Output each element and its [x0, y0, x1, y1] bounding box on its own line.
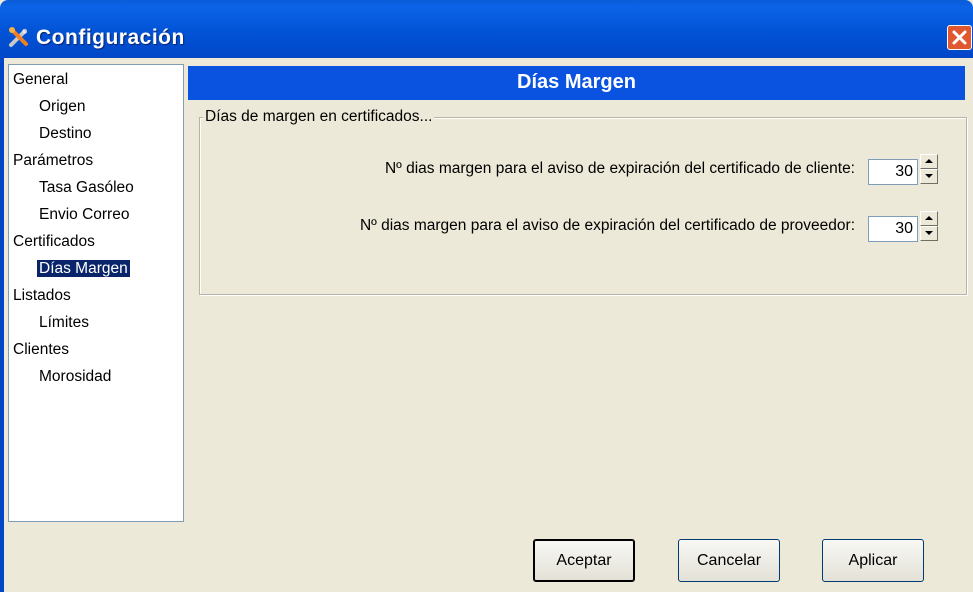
- tree-item-parametros[interactable]: Parámetros: [13, 150, 93, 172]
- client-days-label: Nº dias margen para el aviso de expiraci…: [384, 160, 855, 177]
- tree-item-dias-margen[interactable]: Días Margen: [36, 258, 131, 280]
- cancel-button[interactable]: Cancelar: [678, 539, 780, 582]
- tree-item-general[interactable]: General: [13, 69, 68, 91]
- group-title: Días de margen en certificados...: [203, 108, 435, 126]
- title-bar[interactable]: Configuración: [0, 0, 973, 58]
- spin-up-icon[interactable]: [920, 154, 938, 169]
- tree-item-morosidad[interactable]: Morosidad: [39, 366, 111, 388]
- supplier-days-label: Nº dias margen para el aviso de expiraci…: [359, 217, 855, 234]
- spin-down-icon[interactable]: [920, 226, 938, 241]
- tree-item-certificados[interactable]: Certificados: [13, 231, 95, 253]
- tree-item-envio-correo[interactable]: Envio Correo: [39, 204, 129, 226]
- apply-button[interactable]: Aplicar: [822, 539, 924, 582]
- panel-header: Días Margen: [188, 66, 965, 100]
- supplier-days-input[interactable]: 30: [868, 216, 918, 242]
- settings-tree[interactable]: General Origen Destino Parámetros Tasa G…: [8, 64, 184, 522]
- tree-item-destino[interactable]: Destino: [39, 123, 92, 145]
- accept-button[interactable]: Aceptar: [533, 539, 635, 582]
- tree-item-limites[interactable]: Límites: [39, 312, 89, 334]
- tree-item-origen[interactable]: Origen: [39, 96, 86, 118]
- close-button[interactable]: [947, 25, 972, 50]
- spin-down-icon[interactable]: [920, 169, 938, 184]
- client-days-input[interactable]: 30: [868, 159, 918, 185]
- client-days-spinner[interactable]: [920, 154, 938, 184]
- tree-item-listados[interactable]: Listados: [13, 285, 71, 307]
- close-icon: [952, 30, 967, 45]
- window-title: Configuración: [36, 26, 185, 49]
- supplier-days-spinner[interactable]: [920, 211, 938, 241]
- tree-item-clientes[interactable]: Clientes: [13, 339, 69, 361]
- panel-title: Días Margen: [517, 71, 636, 93]
- tools-icon: [9, 27, 28, 47]
- spin-up-icon[interactable]: [920, 211, 938, 226]
- window-frame-left: [0, 58, 4, 592]
- group-box: [199, 117, 967, 295]
- tree-item-tasa-gasoleo[interactable]: Tasa Gasóleo: [39, 177, 134, 199]
